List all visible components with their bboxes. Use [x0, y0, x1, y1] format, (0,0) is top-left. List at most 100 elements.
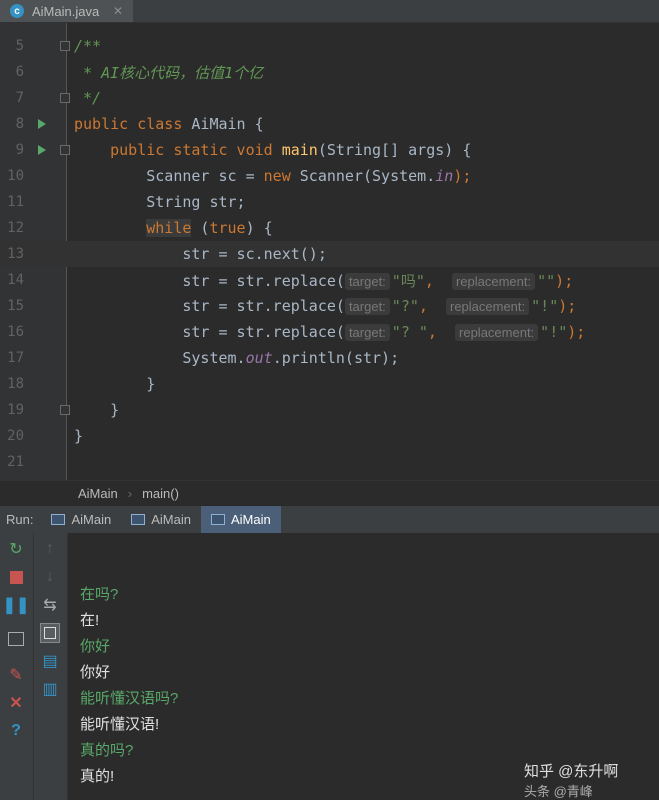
- help-icon[interactable]: ?: [6, 721, 26, 741]
- token: public static void: [74, 141, 282, 159]
- token: while: [146, 219, 192, 237]
- line-number: 18: [7, 376, 24, 392]
- breadcrumb-class[interactable]: AiMain: [78, 486, 118, 501]
- token: System.: [74, 349, 246, 367]
- token: "!": [540, 323, 568, 341]
- code-line-21: 21: [0, 449, 659, 475]
- token: Scanner(System.: [299, 167, 436, 185]
- parameter-hint: target:: [344, 272, 390, 290]
- token: );: [558, 297, 577, 315]
- code-text: }: [74, 427, 84, 445]
- breadcrumb-method[interactable]: main(): [142, 486, 179, 501]
- code-line-7: 7 */: [0, 85, 659, 111]
- parameter-hint: replacement:: [445, 298, 530, 315]
- console-icon: [210, 514, 225, 525]
- run-gutter-icon[interactable]: [38, 119, 46, 129]
- line-number: 16: [7, 324, 24, 340]
- token: ,: [427, 323, 456, 341]
- line-number: 7: [15, 90, 24, 106]
- run-toolbar-right: ↑ ↓ ⇆ ▤ ▥: [34, 533, 68, 800]
- stop-icon[interactable]: [6, 567, 26, 587]
- token: true: [209, 219, 246, 237]
- pause-icon[interactable]: ❚❚: [3, 595, 30, 615]
- token: AiMain {: [191, 115, 264, 133]
- trash-icon[interactable]: ▥: [40, 679, 60, 699]
- line-number: 20: [7, 428, 24, 444]
- watermark-sub: 头条 @青峰: [524, 784, 593, 799]
- code-line-16: 16 str = str.replace(target: "? ", replac…: [0, 319, 659, 345]
- code-text: String str;: [74, 193, 246, 211]
- token: (: [191, 219, 210, 237]
- parameter-hint: target:: [344, 324, 390, 341]
- scroll-to-end-icon[interactable]: [40, 623, 60, 643]
- token: "!": [531, 297, 559, 315]
- token: str = str.replace(: [74, 323, 345, 341]
- token: );: [567, 323, 586, 341]
- code-text: while (true) {: [74, 219, 273, 237]
- console-icon: [131, 514, 146, 525]
- line-number: 12: [7, 220, 24, 236]
- fold-icon[interactable]: [60, 41, 70, 51]
- code-text: /**: [74, 37, 102, 55]
- code-text: * AI核心代码，估值1个亿: [74, 63, 264, 82]
- parameter-hint: replacement:: [451, 272, 536, 290]
- arrow-up-icon[interactable]: ↑: [40, 539, 60, 559]
- dump-threads-icon[interactable]: [6, 629, 26, 649]
- pin-icon[interactable]: ✎: [6, 665, 26, 685]
- console-line: 在吗?: [80, 586, 119, 603]
- token: public class: [74, 115, 192, 133]
- watermark: 知乎 @东升啊 头条 @青峰: [524, 760, 618, 800]
- code-line-18: 18 }: [0, 371, 659, 397]
- token: .println(str);: [272, 349, 400, 367]
- code-line-9: 9 public static void main(String[] args)…: [0, 137, 659, 163]
- code-text: public static void main(String[] args) {: [74, 141, 471, 159]
- token: );: [555, 271, 574, 290]
- token: "?": [391, 297, 419, 315]
- console-line: 你好: [80, 664, 111, 681]
- code-text: }: [74, 401, 120, 419]
- fold-icon[interactable]: [60, 405, 70, 415]
- token: "? ": [391, 323, 428, 341]
- run-tab[interactable]: AiMain: [121, 506, 201, 533]
- console-line: 你好: [80, 638, 111, 655]
- code-text: System.out.println(str);: [74, 349, 399, 367]
- code-line-6: 6 * AI核心代码，估值1个亿: [0, 59, 659, 85]
- code-text: str = str.replace(target: "?", replacemen…: [74, 297, 576, 315]
- close-icon[interactable]: ✕: [6, 693, 26, 713]
- token: str = str.replace(: [74, 297, 345, 315]
- code-line-8: 8 public class AiMain {: [0, 111, 659, 137]
- line-number: 15: [7, 298, 24, 314]
- line-number: 13: [7, 246, 24, 262]
- fold-icon[interactable]: [60, 93, 70, 103]
- fold-icon[interactable]: [60, 145, 70, 155]
- line-number: 17: [7, 350, 24, 366]
- console-line: 能听懂汉语吗?: [80, 690, 179, 707]
- code-text: str = str.replace(target: "? ", replaceme…: [74, 323, 585, 341]
- code-editor[interactable]: 5 /** 6 * AI核心代码，估值1个亿 7 */ 8 public cla…: [0, 23, 659, 480]
- console-line: 真的吗?: [80, 742, 134, 759]
- code-line-14: 14 str = str.replace(target: "吗", replace…: [0, 267, 659, 293]
- console-icon: [51, 514, 66, 525]
- rerun-icon[interactable]: ↻: [6, 539, 26, 559]
- console-line: 在!: [80, 612, 100, 629]
- token: ) {: [245, 219, 273, 237]
- run-tab-active[interactable]: AiMain: [200, 506, 281, 533]
- soft-wrap-icon[interactable]: ⇆: [40, 595, 60, 615]
- line-number: 19: [7, 402, 24, 418]
- code-line-12: 12 while (true) {: [0, 215, 659, 241]
- run-tab-label: AiMain: [230, 512, 271, 527]
- run-tab-label: AiMain: [71, 512, 112, 527]
- run-tab[interactable]: AiMain: [41, 506, 121, 533]
- code-line-10: 10 Scanner sc = new Scanner(System.in);: [0, 163, 659, 189]
- token: "吗": [391, 271, 425, 290]
- file-tab[interactable]: c AiMain.java ✕: [0, 0, 133, 22]
- run-toolbar-left: ↻ ❚❚ ✎ ✕ ?: [0, 533, 34, 800]
- arrow-down-icon[interactable]: ↓: [40, 567, 60, 587]
- close-icon[interactable]: ✕: [113, 4, 123, 18]
- code-line-19: 19 }: [0, 397, 659, 423]
- run-gutter-icon[interactable]: [38, 145, 46, 155]
- print-icon[interactable]: ▤: [40, 651, 60, 671]
- token: ,: [418, 297, 446, 315]
- token: ,: [424, 271, 452, 290]
